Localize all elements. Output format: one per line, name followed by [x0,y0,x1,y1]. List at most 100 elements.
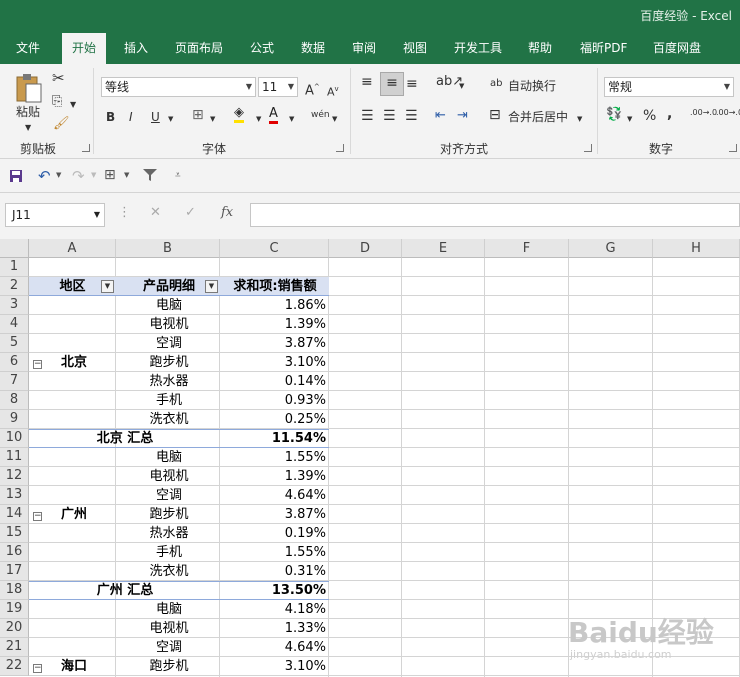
row-header[interactable]: 8 [0,391,29,410]
collapse-guangzhou-icon[interactable]: − [33,512,42,521]
merge-center-icon[interactable]: ⊟ [489,107,501,123]
shrink-font-icon[interactable]: Av [327,81,339,101]
product-cell[interactable]: 电视机 [117,315,221,334]
value-cell[interactable]: 0.14% [221,372,329,391]
decrease-indent-icon[interactable]: ⇤ [435,108,446,124]
paste-icon[interactable] [14,72,44,104]
row-header[interactable]: 10 [0,429,29,448]
select-all-corner[interactable] [0,239,29,258]
clipboard-launcher-icon[interactable] [82,144,90,152]
tab-page-layout[interactable]: 页面布局 [175,39,223,56]
accounting-format-icon[interactable]: 💱 [606,107,622,123]
row-header[interactable]: 7 [0,372,29,391]
pivot-header-sum[interactable]: 求和项:销售额 [221,277,329,296]
tab-view[interactable]: 视图 [403,39,427,56]
row-header[interactable]: 21 [0,638,29,657]
font-launcher-icon[interactable] [336,144,344,152]
row-header[interactable]: 16 [0,543,29,562]
tab-insert[interactable]: 插入 [124,39,148,56]
collapse-haikou-icon[interactable]: − [33,664,42,673]
value-cell[interactable]: 3.87% [221,505,329,524]
border-icon[interactable]: ⊞ [192,107,204,123]
cancel-icon[interactable]: ✕ [150,205,161,220]
column-header[interactable]: H [653,239,740,258]
decrease-decimal-icon[interactable]: .00→.0 [716,108,740,117]
tab-data[interactable]: 数据 [301,39,325,56]
row-header[interactable]: 2 [0,277,29,296]
chevron-down-icon[interactable]: ▼ [243,78,255,96]
region-filter-icon[interactable]: ▼ [101,280,114,293]
border-dropdown-icon[interactable]: ▼ [210,111,215,127]
chevron-down-icon[interactable]: ▼ [721,78,733,96]
align-right-icon[interactable]: ☰ [405,108,418,124]
increase-indent-icon[interactable]: ⇥ [457,108,468,124]
row-header[interactable]: 22 [0,657,29,676]
row-header[interactable]: 18 [0,581,29,600]
value-cell[interactable]: 4.18% [221,600,329,619]
italic-button[interactable]: I [129,109,133,125]
alignment-launcher-icon[interactable] [584,144,592,152]
paste-dropdown-icon[interactable]: ▼ [25,120,31,136]
row-header[interactable]: 13 [0,486,29,505]
form-dropdown-icon[interactable]: ▼ [124,171,129,179]
chevron-down-icon[interactable]: ▼ [285,78,297,96]
font-color-dropdown-icon[interactable]: ▼ [289,111,294,127]
product-cell[interactable]: 空调 [117,486,221,505]
merge-center-button[interactable]: 合并后居中 [508,109,568,125]
phonetic-icon[interactable]: wén [311,107,330,123]
product-cell[interactable]: 电视机 [117,467,221,486]
value-cell[interactable]: 1.86% [221,296,329,315]
row-header[interactable]: 15 [0,524,29,543]
subtotal-value[interactable]: 11.54% [221,429,329,448]
font-size-select[interactable]: 11 ▼ [258,77,298,97]
product-cell[interactable]: 手机 [117,391,221,410]
product-cell[interactable]: 电脑 [117,296,221,315]
paste-button[interactable]: 粘贴 [16,104,40,120]
underline-dropdown-icon[interactable]: ▼ [168,111,173,127]
redo-dropdown-icon[interactable]: ▼ [91,171,96,179]
column-header[interactable]: F [485,239,569,258]
value-cell[interactable]: 1.33% [221,619,329,638]
merge-dropdown-icon[interactable]: ▼ [577,111,582,127]
formula-input[interactable] [250,203,740,227]
product-cell[interactable]: 跑步机 [117,505,221,524]
row-header[interactable]: 14 [0,505,29,524]
font-color-icon[interactable]: A [269,107,278,124]
product-cell[interactable]: 洗衣机 [117,562,221,581]
row-header[interactable]: 11 [0,448,29,467]
orientation-dropdown-icon[interactable]: ▼ [459,78,464,94]
comma-style-button[interactable]: , [667,106,672,122]
value-cell[interactable]: 1.55% [221,543,329,562]
value-cell[interactable]: 0.93% [221,391,329,410]
product-cell[interactable]: 洗衣机 [117,410,221,429]
fill-color-icon[interactable]: ◈ [234,106,244,123]
row-header[interactable]: 5 [0,334,29,353]
value-cell[interactable]: 0.31% [221,562,329,581]
column-header[interactable]: A [29,239,116,258]
chevron-down-icon[interactable]: ▼ [94,204,100,226]
enter-icon[interactable]: ✓ [185,205,196,220]
percent-style-button[interactable]: % [643,108,656,124]
undo-dropdown-icon[interactable]: ▼ [56,171,61,179]
customize-toolbar-icon[interactable]: ⩡ [175,170,181,181]
product-cell[interactable]: 电脑 [117,448,221,467]
row-header[interactable]: 9 [0,410,29,429]
form-icon[interactable]: ⊞ [104,167,116,183]
region-label[interactable]: 广州 [58,505,90,524]
value-cell[interactable]: 3.87% [221,334,329,353]
column-header[interactable]: D [329,239,402,258]
region-label[interactable]: 北京 [58,353,90,372]
column-header[interactable]: E [402,239,485,258]
subtotal-value[interactable]: 13.50% [221,581,329,600]
value-cell[interactable]: 4.64% [221,486,329,505]
wrap-text-button[interactable]: 自动换行 [508,78,556,94]
value-cell[interactable]: 1.39% [221,315,329,334]
align-center-icon[interactable]: ☰ [383,108,396,124]
align-middle-icon[interactable]: ≡ [380,72,404,96]
format-painter-icon[interactable]: 🖌 [53,116,70,132]
value-cell[interactable]: 0.25% [221,410,329,429]
tab-foxit-pdf[interactable]: 福昕PDF [580,39,627,56]
filter-icon[interactable] [142,168,158,182]
grow-font-icon[interactable]: A^ [305,79,320,99]
number-launcher-icon[interactable] [729,144,737,152]
